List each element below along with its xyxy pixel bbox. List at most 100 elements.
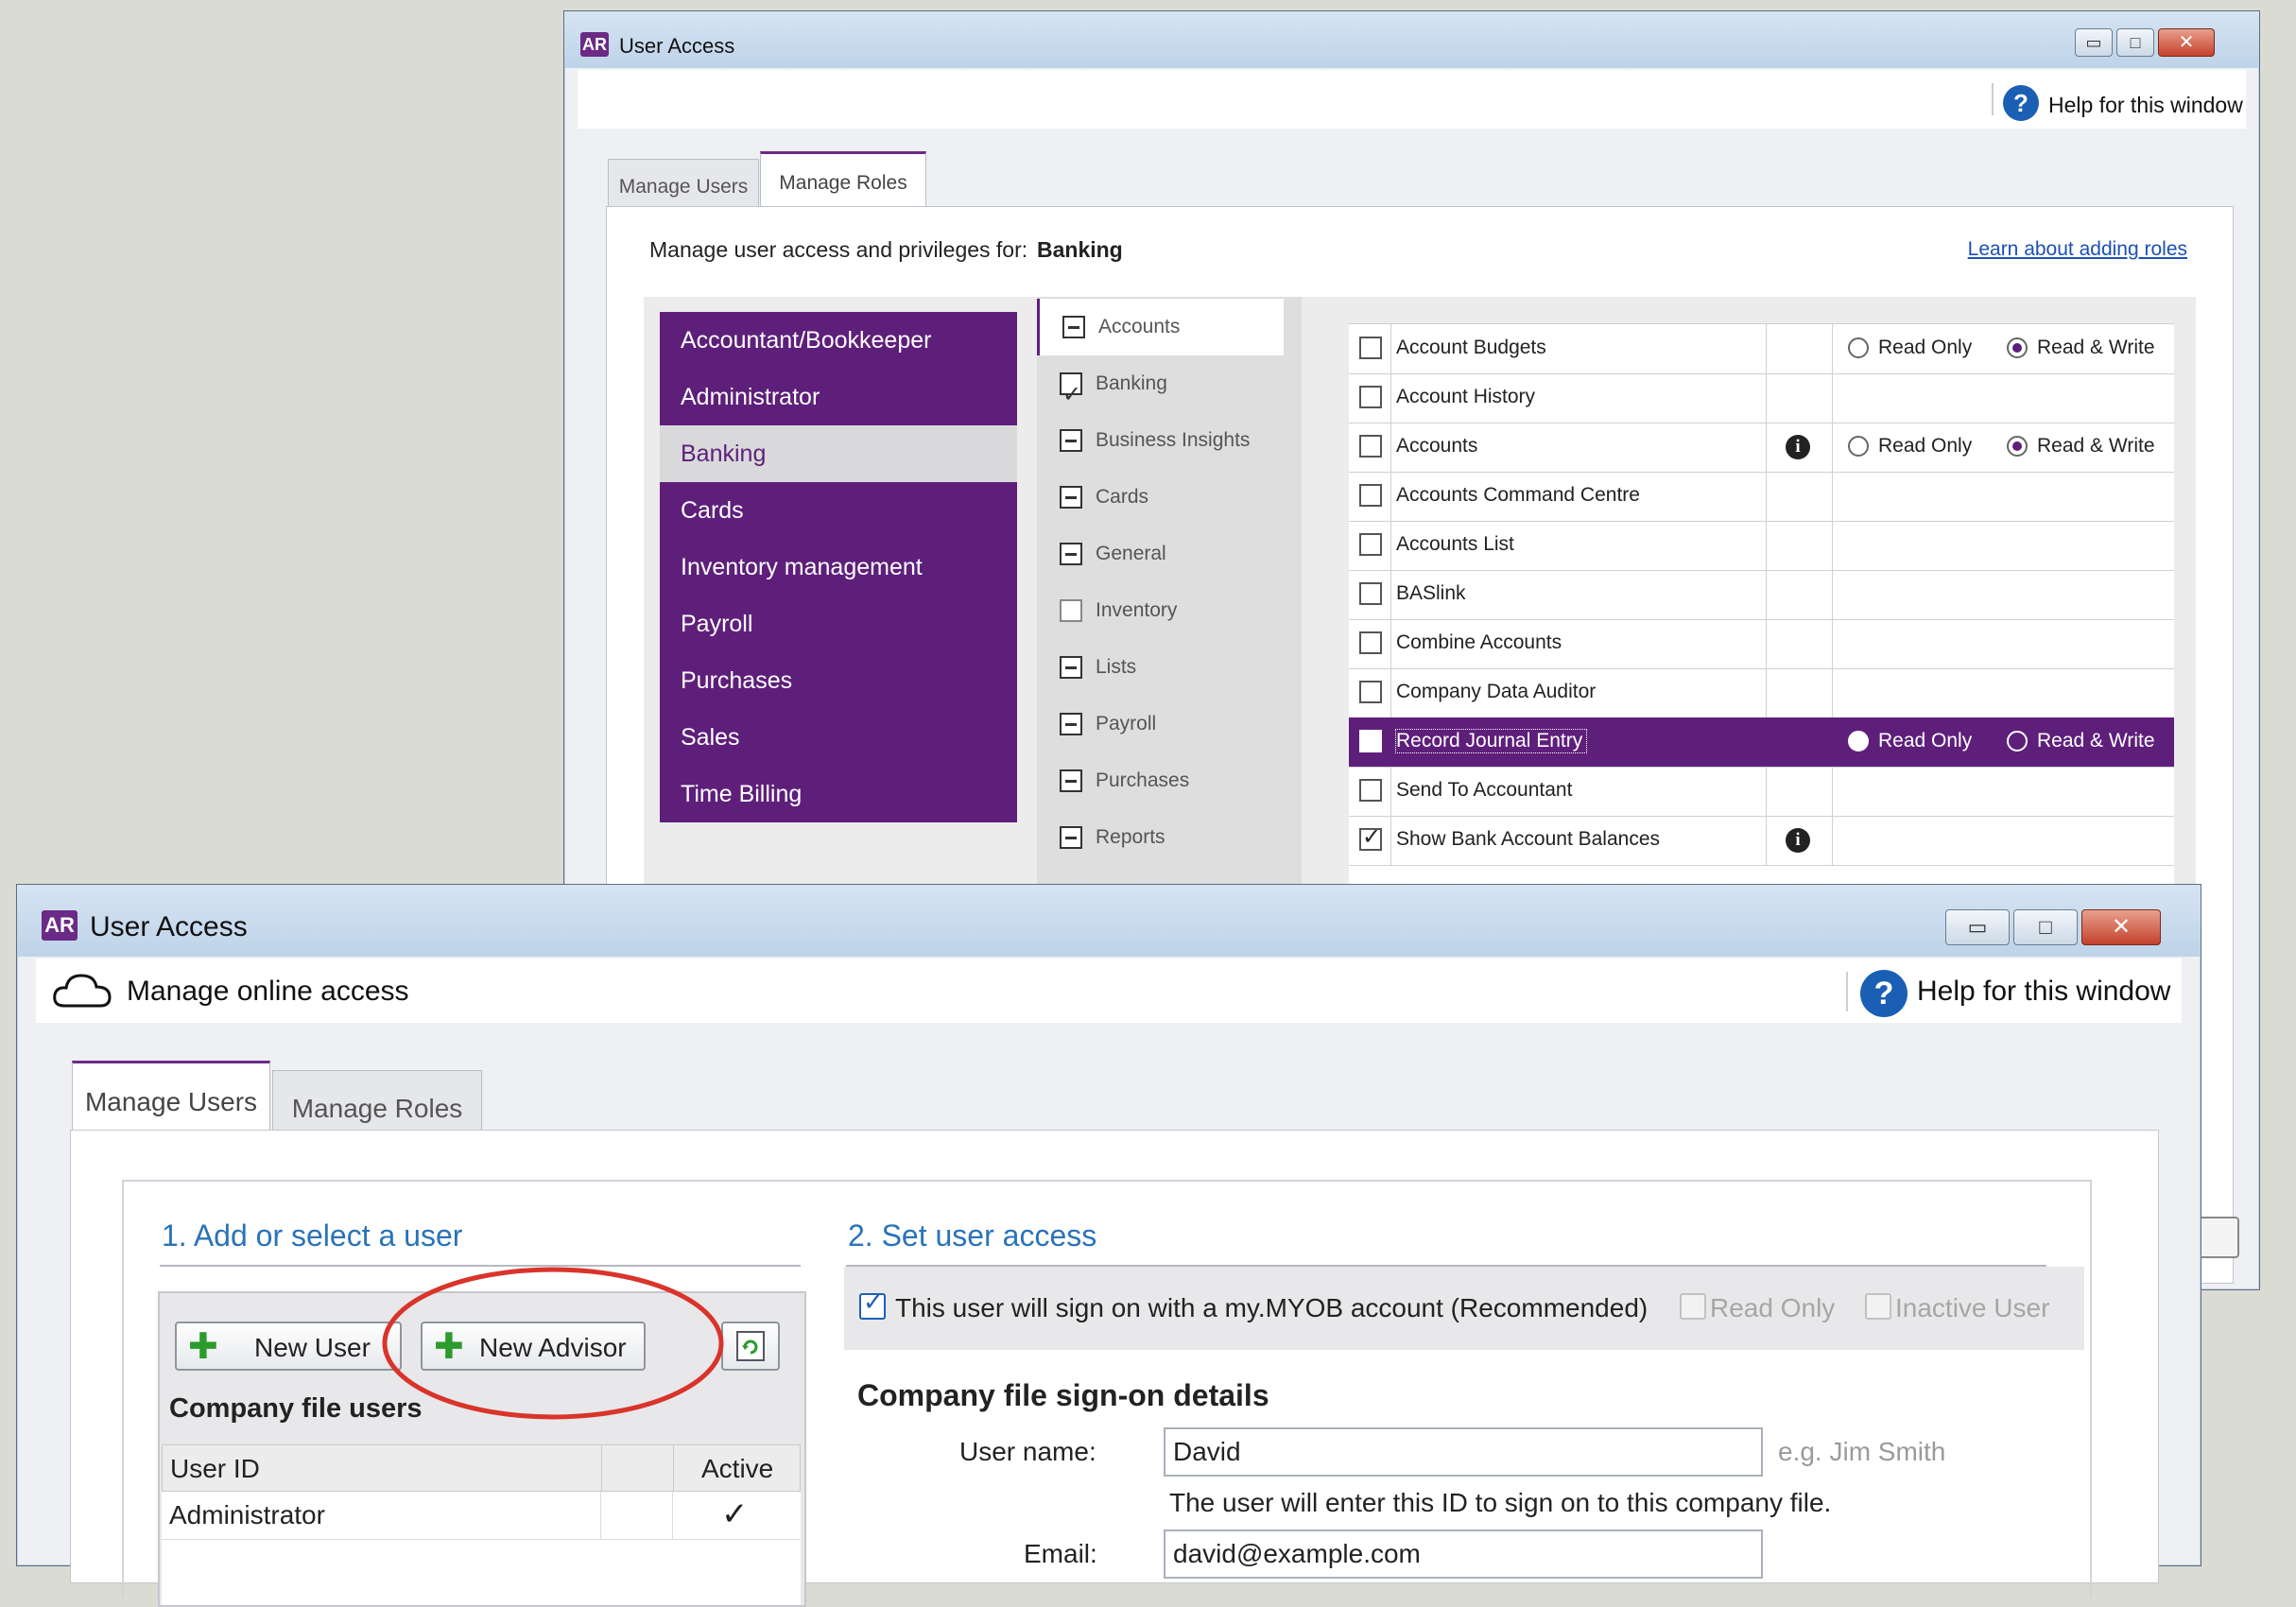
- permission-row[interactable]: Accounts i Read Only Read & Write: [1349, 423, 2174, 473]
- front-title-bar[interactable]: AR User Access ▭ □ ✕: [17, 885, 2201, 957]
- active-check-icon: ✓: [721, 1496, 749, 1532]
- minimize-button[interactable]: ▭: [2075, 28, 2113, 57]
- help-separator: [1992, 83, 1994, 115]
- permission-row[interactable]: Send To Accountant: [1349, 767, 2174, 817]
- category-payroll[interactable]: Payroll: [1037, 696, 1281, 752]
- permission-checkbox[interactable]: [1359, 337, 1382, 359]
- permission-row[interactable]: Account Budgets Read Only Read & Write: [1349, 324, 2174, 374]
- permission-row[interactable]: ✓ Show Bank Account Balances i: [1349, 816, 2174, 866]
- email-label: Email:: [1024, 1539, 1097, 1568]
- category-general[interactable]: General: [1037, 526, 1281, 582]
- table-header: User ID Active: [162, 1444, 801, 1492]
- role-item-accountant[interactable]: Accountant/Bookkeeper: [660, 312, 1017, 369]
- tristate-checkbox[interactable]: [1060, 769, 1082, 792]
- tristate-checkbox[interactable]: [1062, 316, 1085, 338]
- maximize-button[interactable]: □: [2013, 909, 2078, 945]
- info-icon[interactable]: i: [1786, 435, 1810, 459]
- window-title: User Access: [619, 34, 735, 58]
- app-logo-icon: AR: [42, 910, 78, 941]
- inactive-user-label: Inactive User: [1895, 1293, 2050, 1322]
- tristate-checkbox[interactable]: [1060, 543, 1082, 565]
- username-label: User name:: [959, 1437, 1096, 1466]
- front-help-bar: Manage online access ? Help for this win…: [36, 959, 2182, 1023]
- manage-online-access-link[interactable]: Manage online access: [127, 976, 409, 1008]
- plus-icon: ✚: [188, 1327, 218, 1367]
- read-only-checkbox[interactable]: [1680, 1293, 1706, 1320]
- permission-checkbox[interactable]: [1359, 779, 1382, 802]
- help-link[interactable]: Help for this window: [1917, 976, 2170, 1008]
- category-purchases[interactable]: Purchases: [1037, 752, 1281, 809]
- empty-checkbox[interactable]: [1060, 599, 1082, 622]
- checked-checkbox[interactable]: [1060, 367, 1082, 423]
- permission-checkbox[interactable]: [1359, 582, 1382, 605]
- info-icon[interactable]: i: [1786, 828, 1810, 853]
- inactive-user-checkbox[interactable]: [1865, 1293, 1891, 1320]
- role-item-purchases[interactable]: Purchases: [660, 652, 1017, 709]
- permission-checkbox[interactable]: [1359, 681, 1382, 703]
- learn-about-roles-link[interactable]: Learn about adding roles: [1968, 238, 2187, 261]
- question-icon[interactable]: ?: [2003, 85, 2039, 121]
- category-inventory[interactable]: Inventory: [1037, 582, 1281, 639]
- tristate-checkbox[interactable]: [1060, 713, 1082, 735]
- app-logo-icon: AR: [580, 32, 609, 57]
- tristate-checkbox[interactable]: [1060, 656, 1082, 679]
- permission-checkbox[interactable]: [1359, 533, 1382, 556]
- category-reports[interactable]: Reports: [1037, 809, 1281, 866]
- permission-checkbox[interactable]: [1359, 435, 1382, 458]
- role-item-administrator[interactable]: Administrator: [660, 369, 1017, 425]
- role-item-sales[interactable]: Sales: [660, 709, 1017, 766]
- category-business-insights[interactable]: Business Insights: [1037, 412, 1281, 469]
- category-banking[interactable]: Banking: [1037, 355, 1281, 423]
- role-item-time-billing[interactable]: Time Billing: [660, 766, 1017, 822]
- back-help-bar: ? Help for this window: [578, 70, 2246, 129]
- maximize-button[interactable]: □: [2116, 28, 2154, 57]
- read-only-label: Read Only: [1710, 1293, 1836, 1322]
- section-add-select-user: 1. Add or select a user: [162, 1218, 463, 1253]
- column-user-id[interactable]: User ID: [170, 1454, 260, 1484]
- new-user-button[interactable]: ✚ New User: [175, 1322, 402, 1371]
- tristate-checkbox[interactable]: [1060, 826, 1082, 849]
- tristate-checkbox[interactable]: [1060, 486, 1082, 509]
- help-link[interactable]: Help for this window: [2048, 93, 2243, 118]
- username-input[interactable]: David: [1164, 1427, 1763, 1477]
- category-cards[interactable]: Cards: [1037, 469, 1281, 526]
- permission-checkbox[interactable]: [1359, 484, 1382, 507]
- myob-signon-label: This user will sign on with a my.MYOB ac…: [895, 1293, 1649, 1322]
- role-item-inventory-management[interactable]: Inventory management: [660, 539, 1017, 596]
- username-hint: e.g. Jim Smith: [1778, 1437, 1946, 1466]
- back-title-bar[interactable]: AR User Access ▭ □ ✕: [564, 11, 2259, 68]
- minimize-button[interactable]: ▭: [1945, 909, 2010, 945]
- permission-checkbox-checked[interactable]: ✓: [1359, 824, 1382, 851]
- permission-checkbox[interactable]: [1359, 730, 1382, 752]
- permission-row[interactable]: Combine Accounts: [1349, 619, 2174, 669]
- permission-row[interactable]: Accounts Command Centre: [1349, 472, 2174, 522]
- permission-row[interactable]: Accounts List: [1349, 521, 2174, 571]
- role-item-payroll[interactable]: Payroll: [660, 596, 1017, 652]
- table-row[interactable]: Administrator ✓: [162, 1492, 801, 1540]
- category-lists[interactable]: Lists: [1037, 639, 1281, 696]
- permission-row-selected[interactable]: Record Journal Entry Read Only Read & Wr…: [1349, 717, 2174, 768]
- column-active[interactable]: Active: [701, 1454, 773, 1484]
- manage-for-label: Manage user access and privileges for:: [649, 237, 1028, 262]
- role-item-banking[interactable]: Banking: [660, 425, 1017, 482]
- window-title: User Access: [90, 911, 248, 942]
- user-id-cell: Administrator: [169, 1500, 325, 1529]
- permission-row[interactable]: Account History: [1349, 373, 2174, 423]
- help-separator: [1846, 972, 1848, 1011]
- role-item-cards[interactable]: Cards: [660, 482, 1017, 539]
- category-accounts[interactable]: Accounts: [1037, 299, 1284, 355]
- myob-signon-checkbox[interactable]: ✓: [859, 1287, 886, 1320]
- email-input[interactable]: david@example.com: [1164, 1529, 1763, 1579]
- users-table: User ID Active Administrator ✓: [162, 1444, 801, 1605]
- question-icon[interactable]: ?: [1860, 970, 1908, 1017]
- permission-checkbox[interactable]: [1359, 631, 1382, 654]
- permission-checkbox[interactable]: [1359, 386, 1382, 408]
- users-panel: 1. Add or select a user ✚ New User ✚ New…: [70, 1130, 2159, 1607]
- refresh-icon: [736, 1331, 765, 1361]
- tristate-checkbox[interactable]: [1060, 429, 1082, 452]
- permission-row[interactable]: BASlink: [1349, 570, 2174, 620]
- section-set-user-access: 2. Set user access: [848, 1218, 1097, 1253]
- close-button[interactable]: ✕: [2158, 28, 2215, 57]
- close-button[interactable]: ✕: [2081, 909, 2161, 945]
- permission-row[interactable]: Company Data Auditor: [1349, 668, 2174, 718]
